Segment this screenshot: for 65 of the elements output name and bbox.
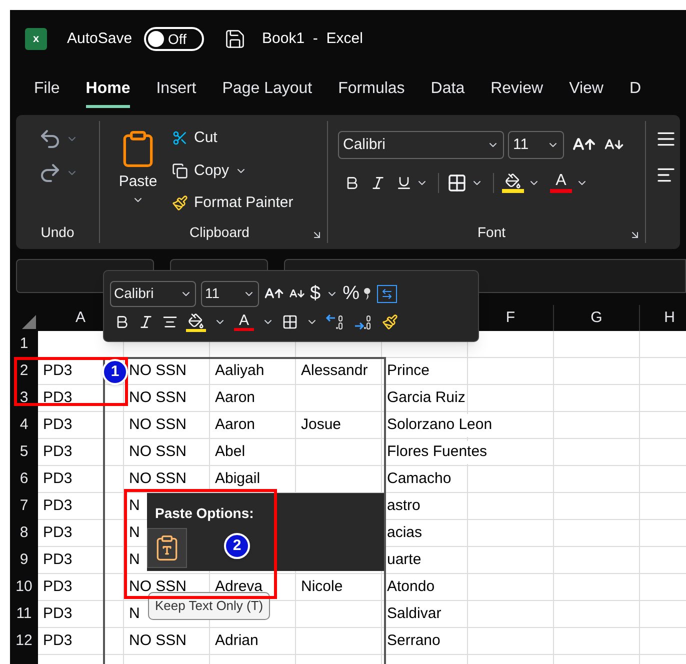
group-label: Undo [40, 223, 74, 242]
ribbon-tab[interactable]: View [569, 72, 604, 108]
autosave-toggle[interactable]: Off [144, 27, 204, 51]
row-header[interactable]: 11 [16, 603, 32, 626]
copy-icon [172, 162, 188, 179]
ribbon-tab[interactable]: Review [490, 72, 544, 108]
autosave-label: AutoSave [67, 28, 132, 49]
italic-icon[interactable] [138, 314, 154, 330]
fill-color-icon[interactable] [186, 312, 206, 332]
group-label: Font [477, 223, 506, 242]
font-name-field[interactable]: Calibri [338, 131, 504, 159]
ribbon-tab[interactable]: Insert [156, 72, 196, 108]
paintbrush-icon[interactable] [382, 314, 398, 330]
row-header[interactable]: 2 [20, 360, 28, 383]
italic-icon[interactable] [370, 175, 386, 191]
font-color-button[interactable]: A [234, 313, 254, 331]
row-header[interactable]: 8 [20, 522, 28, 545]
popup-title: Paste Options: [154, 504, 255, 523]
row-header[interactable]: 4 [20, 414, 28, 437]
table-cell: Solorzano Leon [387, 414, 492, 437]
table-cell: Flores Fuentes [387, 441, 488, 464]
paintbrush-icon [172, 195, 188, 212]
row-header[interactable]: 10 [16, 576, 32, 599]
ribbon-tab[interactable]: Home [86, 72, 130, 108]
column-header[interactable]: G [590, 306, 602, 330]
clipboard-command[interactable]: Format Painter [172, 192, 294, 214]
ribbon-tab[interactable]: File [34, 72, 60, 108]
percent-button[interactable]: % [342, 284, 360, 303]
row-header[interactable]: 6 [20, 468, 28, 491]
ribbon-tab[interactable]: Page Layout [222, 72, 312, 108]
align-center-icon[interactable] [162, 314, 178, 330]
row-header[interactable]: 5 [20, 441, 28, 464]
column-header[interactable]: H [664, 306, 675, 330]
row-header[interactable]: 7 [20, 495, 28, 518]
row-header[interactable]: 9 [20, 549, 28, 572]
merge-center-icon[interactable] [377, 284, 398, 302]
borders-icon[interactable] [447, 173, 467, 193]
borders-icon[interactable] [282, 314, 298, 330]
save-icon[interactable] [224, 28, 246, 50]
clipboard-command[interactable]: Cut [172, 127, 294, 150]
fill-color-icon[interactable] [502, 173, 524, 193]
row-header[interactable]: 1 [20, 333, 28, 356]
ribbon-tab[interactable]: D [629, 72, 642, 108]
ribbon-tab[interactable]: Formulas [338, 72, 405, 108]
row-header[interactable]: 12 [16, 630, 32, 653]
ribbon-tab[interactable]: Data [430, 72, 465, 108]
font-color-button[interactable]: A [550, 173, 572, 193]
group-label: Clipboard [190, 223, 250, 242]
font-name-field[interactable]: Calibri [110, 280, 196, 306]
column-header[interactable]: F [506, 306, 516, 330]
scissors-icon [172, 130, 188, 146]
excel-logo-icon: x [25, 28, 47, 50]
clipboard-command[interactable]: Copy [172, 160, 294, 182]
column-header[interactable]: A [75, 306, 86, 330]
comma-style-icon[interactable] [364, 286, 372, 300]
dialog-launcher-icon[interactable] [629, 229, 641, 241]
underline-icon[interactable] [396, 175, 412, 191]
paste-button[interactable]: Paste [112, 127, 164, 214]
row-header[interactable]: 3 [20, 387, 28, 410]
currency-button[interactable]: $ [310, 284, 321, 303]
font-size-field[interactable]: 11 [508, 131, 564, 159]
dialog-launcher-icon[interactable] [311, 229, 323, 241]
keep-text-only-button[interactable] [147, 528, 187, 568]
window-title: Book1 - Excel [262, 28, 363, 49]
font-size-field[interactable]: 11 [201, 280, 259, 306]
